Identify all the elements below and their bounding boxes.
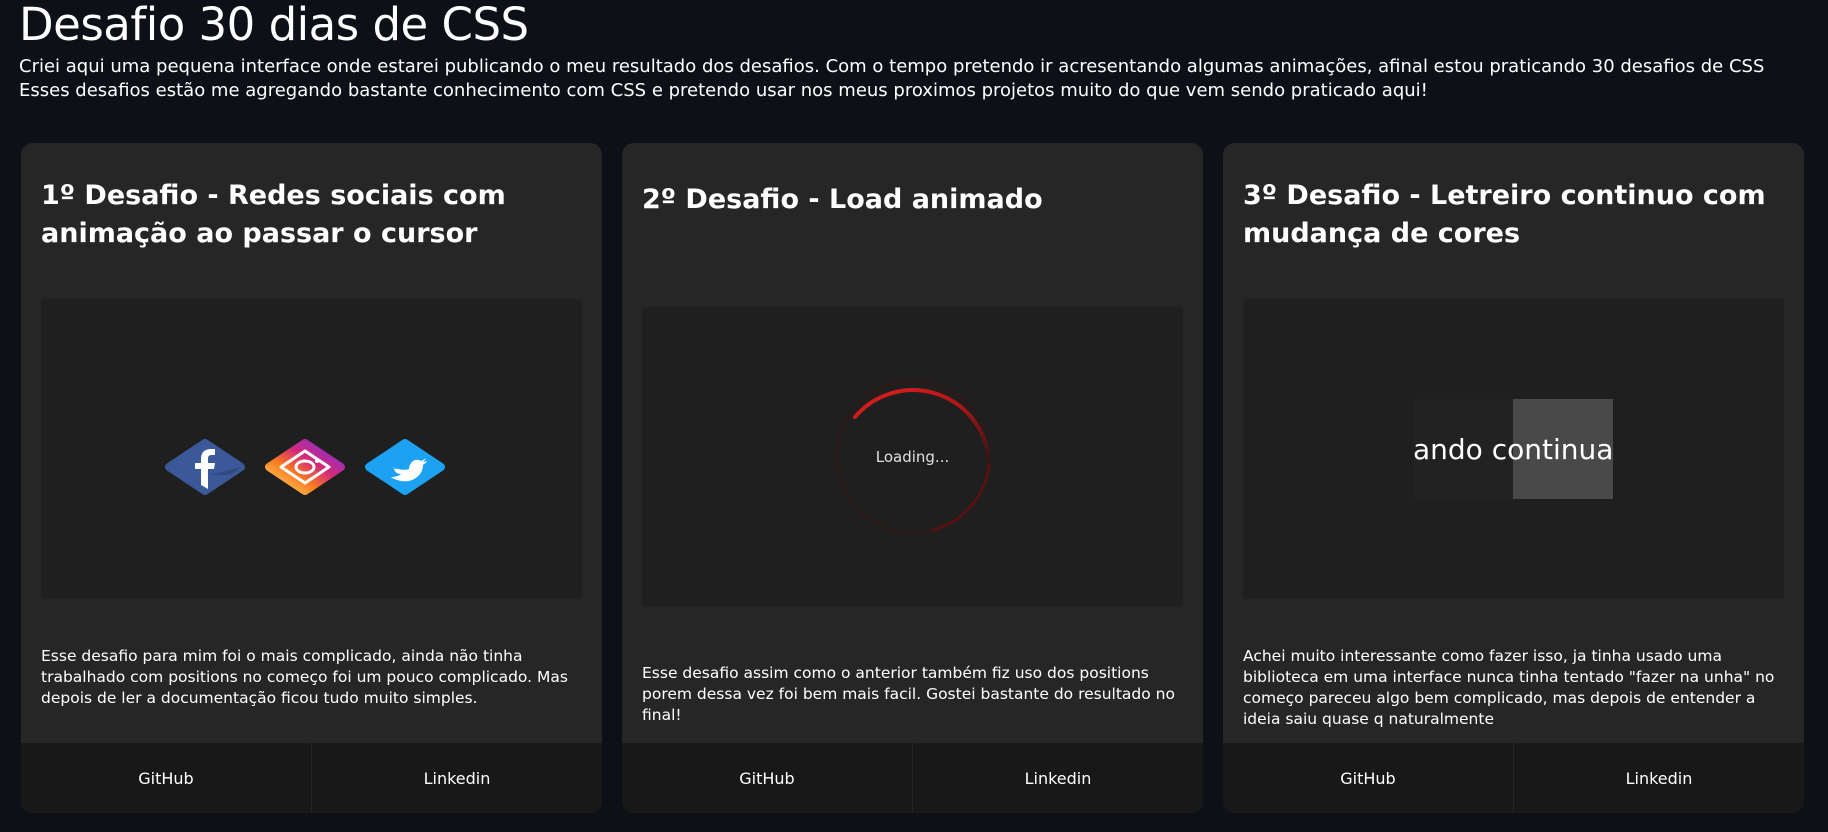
linkedin-link[interactable]: Linkedin xyxy=(912,743,1203,813)
card-title: 3º Desafio - Letreiro continuo com mudan… xyxy=(1243,180,1766,249)
marquee: ando continua xyxy=(1413,399,1613,499)
social-icons xyxy=(41,299,582,599)
marquee-text: ando continua xyxy=(1413,432,1613,466)
demo-box-marquee: ando continua xyxy=(1243,299,1784,599)
intro-line-2: Esses desafios estão me agregando bastan… xyxy=(19,80,1428,101)
card-footer: GitHub Linkedin xyxy=(1223,743,1804,813)
loader: Loading... xyxy=(833,377,993,537)
linkedin-link[interactable]: Linkedin xyxy=(1513,743,1804,813)
card-description: Esse desafio assim como o anterior també… xyxy=(642,664,1175,724)
challenge-card-1: 1º Desafio - Redes sociais com animação … xyxy=(21,143,602,813)
card-footer: GitHub Linkedin xyxy=(622,743,1203,813)
demo-box-loader: Loading... xyxy=(642,307,1183,607)
demo-box-social xyxy=(41,299,582,599)
github-link[interactable]: GitHub xyxy=(622,743,912,813)
card-title: 1º Desafio - Redes sociais com animação … xyxy=(41,180,506,249)
page-title: Desafio 30 dias de CSS xyxy=(19,0,529,51)
card-description: Esse desafio para mim foi o mais complic… xyxy=(41,647,568,707)
github-link[interactable]: GitHub xyxy=(21,743,311,813)
card-title: 2º Desafio - Load animado xyxy=(642,184,1043,215)
challenge-card-2: 2º Desafio - Load animado Loading... Ess… xyxy=(622,143,1203,813)
card-description: Achei muito interessante como fazer isso… xyxy=(1243,647,1775,728)
intro-line-1: Criei aqui uma pequena interface onde es… xyxy=(19,56,1765,77)
card-footer: GitHub Linkedin xyxy=(21,743,602,813)
loader-text: Loading... xyxy=(875,448,950,466)
facebook-icon[interactable] xyxy=(165,438,245,495)
instagram-icon[interactable] xyxy=(265,438,345,495)
intro-text: Criei aqui uma pequena interface onde es… xyxy=(19,55,1765,103)
challenge-card-3: 3º Desafio - Letreiro continuo com mudan… xyxy=(1223,143,1804,813)
github-link[interactable]: GitHub xyxy=(1223,743,1513,813)
linkedin-link[interactable]: Linkedin xyxy=(311,743,602,813)
twitter-icon[interactable] xyxy=(365,438,445,495)
